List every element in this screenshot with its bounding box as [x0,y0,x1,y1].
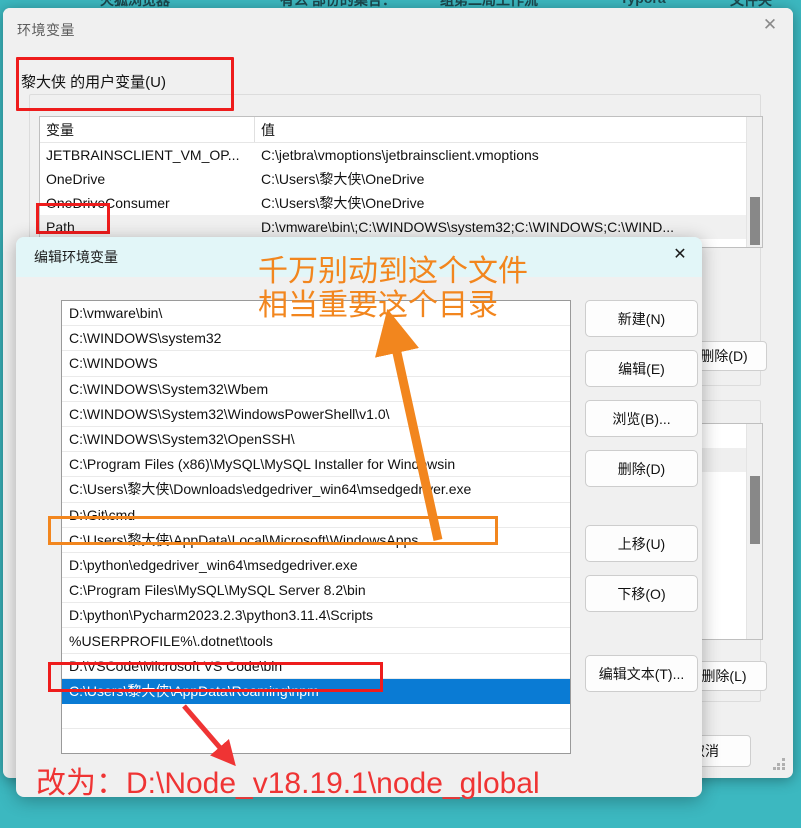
path-list-item[interactable]: C:\Program Files (x86)\MySQL\MySQL Insta… [62,452,570,478]
path-list-item[interactable]: C:\Users\黎大侠\Downloads\edgedriver_win64\… [62,477,570,503]
path-list-item[interactable]: D:\python\edgedriver_win64\msedgedriver.… [62,553,570,579]
path-list-item[interactable]: C:\Program Files\MySQL\MySQL Server 8.2\… [62,578,570,604]
path-list-item[interactable]: D:\python\Pycharm2023.2.3\python3.11.4\S… [62,603,570,629]
variable-value-cell: C:\jetbra\vmoptions\jetbrainsclient.vmop… [261,147,539,163]
table-scrollbar[interactable] [746,117,762,247]
close-icon[interactable]: ✕ [747,8,793,42]
variable-name-cell: Path [46,219,75,235]
user-variables-table[interactable]: 变量 值 JETBRAINSCLIENT_VM_OP... C:\jetbra\v… [39,116,763,248]
delete-button[interactable]: 删除(D) [585,450,698,487]
path-list-item[interactable]: D:\Git\cmd [62,503,570,528]
path-list-item[interactable]: C:\WINDOWS\System32\WindowsPowerShell\v1… [62,402,570,427]
path-list-item[interactable]: C:\WINDOWS\System32\OpenSSH\ [62,427,570,453]
path-list-item[interactable]: D:\VSCode\Microsoft VS Code\bin [62,654,570,679]
new-button[interactable]: 新建(N) [585,300,698,337]
close-icon[interactable]: ✕ [658,237,702,271]
env-dialog-title: 环境变量 [17,22,75,38]
move-up-button[interactable]: 上移(U) [585,525,698,562]
column-header-value[interactable]: 值 [255,117,762,142]
resize-grip[interactable] [773,758,785,770]
move-down-button[interactable]: 下移(O) [585,575,698,612]
path-list-item[interactable] [62,704,570,730]
path-list-item[interactable] [62,729,570,753]
variable-value-cell: C:\Users\黎大侠\OneDrive [261,195,425,211]
edit-environment-variable-dialog: 编辑环境变量 ✕ D:\vmware\bin\ C:\WINDOWS\system… [16,237,702,797]
table-row[interactable]: JETBRAINSCLIENT_VM_OP... C:\jetbra\vmopti… [40,143,762,167]
edit-text-button[interactable]: 编辑文本(T)... [585,655,698,692]
path-list-item[interactable]: C:\Users\黎大侠\AppData\Local\Microsoft\Win… [62,528,570,553]
variable-name-cell: OneDrive [46,171,106,187]
path-list-item[interactable]: C:\WINDOWS\system32 [62,326,570,352]
path-entry-list[interactable]: D:\vmware\bin\ C:\WINDOWS\system32 C:\WIND… [61,300,571,754]
path-list-item[interactable]: C:\WINDOWS [62,351,570,377]
table-scrollbar-thumb[interactable] [750,197,760,245]
variable-name-cell: JETBRAINSCLIENT_VM_OP... [46,147,240,163]
path-list-item[interactable]: C:\WINDOWS\System32\Wbem [62,377,570,402]
system-table-scrollbar-thumb[interactable] [750,476,760,544]
user-variables-legend: 黎大侠 的用户变量(U) [17,71,172,92]
path-list-item[interactable]: D:\vmware\bin\ [62,301,570,327]
table-row[interactable]: OneDriveConsumer C:\Users\黎大侠\OneDrive [40,191,762,215]
browse-button[interactable]: 浏览(B)... [585,400,698,437]
edit-dialog-title: 编辑环境变量 [34,249,118,265]
variable-value-cell: C:\Users\黎大侠\OneDrive [261,171,425,187]
column-header-variable[interactable]: 变量 [40,117,255,142]
variable-value-cell: D:\vmware\bin\;C:\WINDOWS\system32;C:\WI… [261,219,675,235]
env-dialog-titlebar: 环境变量 ✕ [3,8,793,50]
path-list-item[interactable]: %USERPROFILE%\.dotnet\tools [62,628,570,654]
edit-dialog-titlebar: 编辑环境变量 ✕ [16,237,702,277]
table-body: JETBRAINSCLIENT_VM_OP... C:\jetbra\vmopti… [40,143,762,239]
variable-name-cell: OneDriveConsumer [46,195,170,211]
system-table-scrollbar[interactable] [746,424,762,639]
table-row[interactable]: OneDrive C:\Users\黎大侠\OneDrive [40,167,762,191]
path-list-item[interactable]: C:\Users\黎大侠\AppData\Roaming\npm [62,678,570,704]
table-row[interactable]: Path D:\vmware\bin\;C:\WINDOWS\system32;C… [40,215,762,239]
edit-button[interactable]: 编辑(E) [585,350,698,387]
table-header-row: 变量 值 [40,117,762,143]
desktop-task-3: Typora [620,0,666,6]
